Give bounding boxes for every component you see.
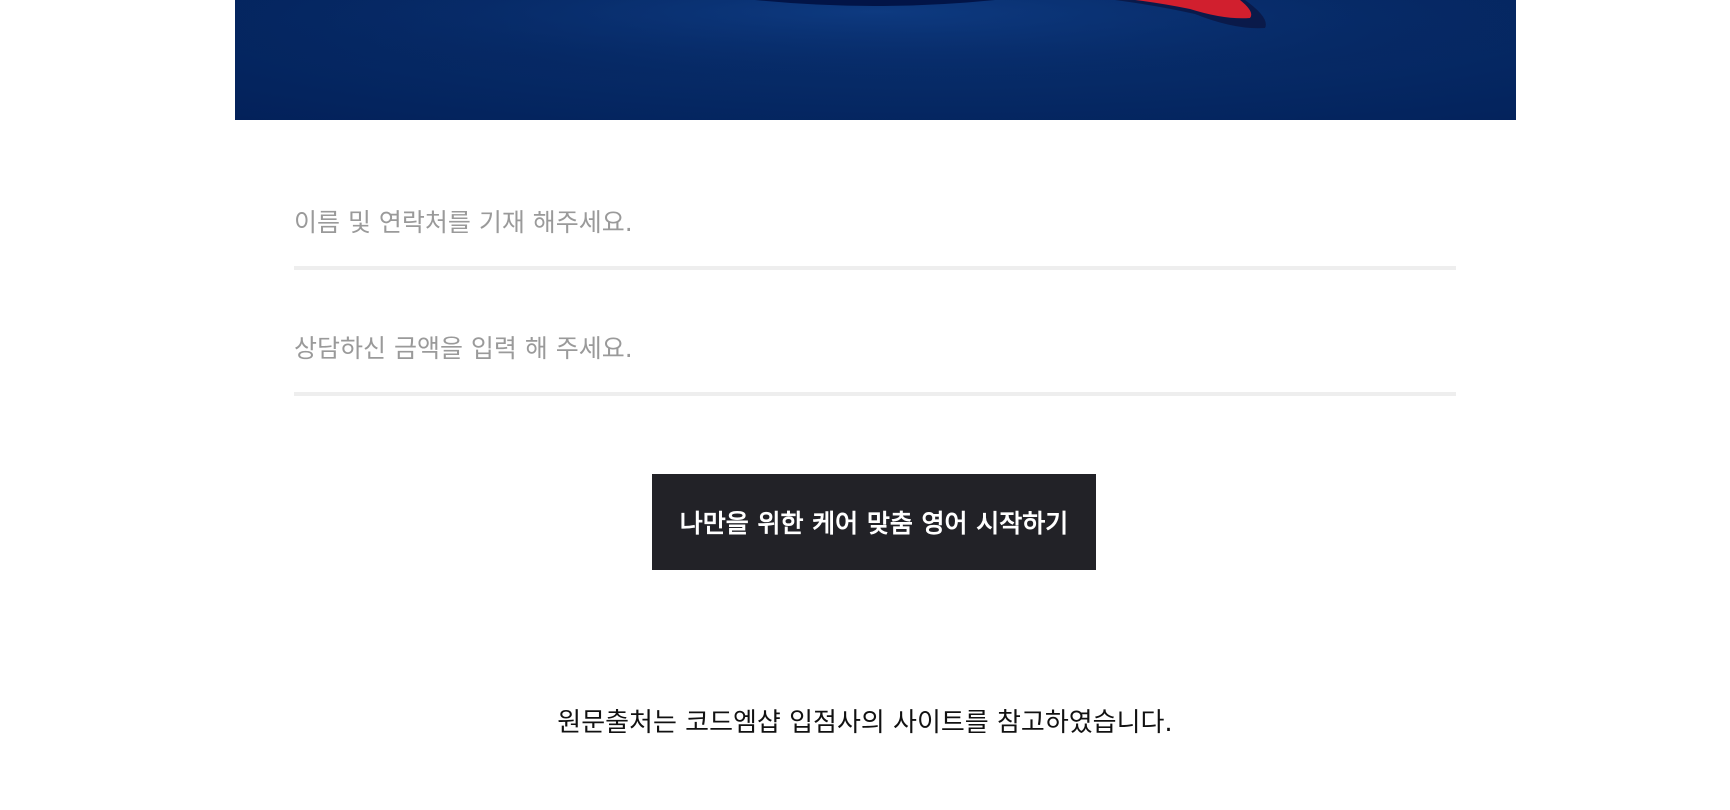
hero-banner-image <box>235 0 1516 120</box>
amount-input[interactable] <box>294 328 1456 368</box>
consultation-form <box>294 180 1456 396</box>
page: 나만을 위한 케어 맞춤 영어 시작하기 원문출처는 코드엠샵 입점사의 사이트… <box>0 0 1730 810</box>
hero-illustration <box>235 0 1516 120</box>
hero-glow <box>235 0 1516 120</box>
name-contact-field <box>294 180 1456 270</box>
start-button[interactable]: 나만을 위한 케어 맞춤 영어 시작하기 <box>652 474 1096 570</box>
source-credit-text: 원문출처는 코드엠샵 입점사의 사이트를 참고하였습니다. <box>557 708 1173 738</box>
amount-field <box>294 306 1456 396</box>
name-contact-input[interactable] <box>294 202 1456 242</box>
